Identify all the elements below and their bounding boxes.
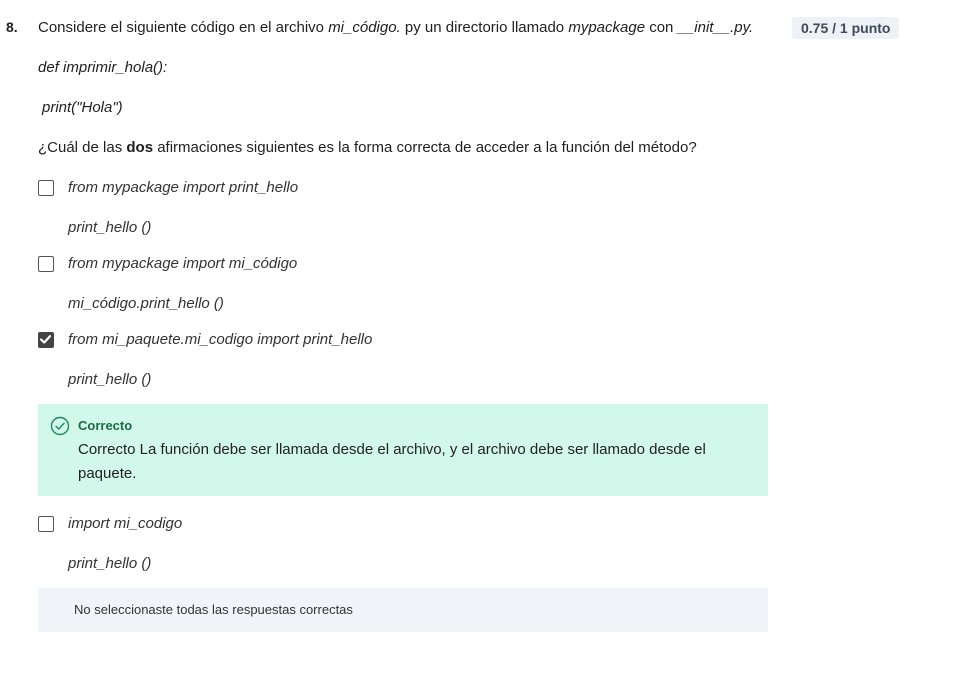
option-3-checkbox[interactable]	[38, 332, 54, 348]
code-line-print: print("Hola")	[42, 99, 123, 116]
prompt-text: afirmaciones siguientes es la forma corr…	[153, 139, 697, 156]
prompt-emphasis: dos	[126, 139, 154, 156]
option-4-line-2: print_hello ()	[68, 555, 152, 572]
question-prompt: ¿Cuál de las dos afirmaciones siguientes…	[38, 139, 697, 156]
prompt-text: ¿Cuál de las	[38, 139, 127, 156]
feedback-incomplete-text: No seleccionaste todas las respuestas co…	[74, 602, 353, 617]
question-text-part: py un directorio llamado	[400, 19, 569, 36]
question-text: Considere el siguiente código en el arch…	[38, 19, 753, 36]
checkmark-icon	[39, 335, 52, 344]
option-3-line-2: print_hello ()	[68, 371, 152, 388]
option-2-checkbox[interactable]	[38, 256, 54, 272]
init-file-name: __init__.py.	[677, 19, 754, 36]
feedback-title: Correcto	[78, 418, 133, 433]
feedback-text: Correcto La función debe ser llamada des…	[78, 441, 706, 482]
option-4-checkbox[interactable]	[38, 516, 54, 532]
points-badge: 0.75 / 1 punto	[792, 17, 900, 39]
file-name: mi_código.	[328, 19, 401, 36]
option-1-line-2: print_hello ()	[68, 219, 152, 236]
code-line-def: def imprimir_hola():	[38, 59, 168, 76]
option-4-line-1[interactable]: import mi_codigo	[68, 515, 182, 532]
option-2-line-1[interactable]: from mypackage import mi_código	[68, 255, 297, 272]
check-circle-icon	[50, 416, 70, 441]
option-2-line-2: mi_código.print_hello ()	[68, 295, 224, 312]
option-1-checkbox[interactable]	[38, 180, 54, 196]
option-1-line-1[interactable]: from mypackage import print_hello	[68, 179, 298, 196]
question-number: 8.	[6, 19, 18, 35]
directory-name: mypackage	[568, 19, 646, 36]
question-text-part: Considere el siguiente código en el arch…	[38, 19, 329, 36]
question-text-part: con	[645, 19, 678, 36]
option-3-line-1[interactable]: from mi_paquete.mi_codigo import print_h…	[68, 331, 372, 348]
